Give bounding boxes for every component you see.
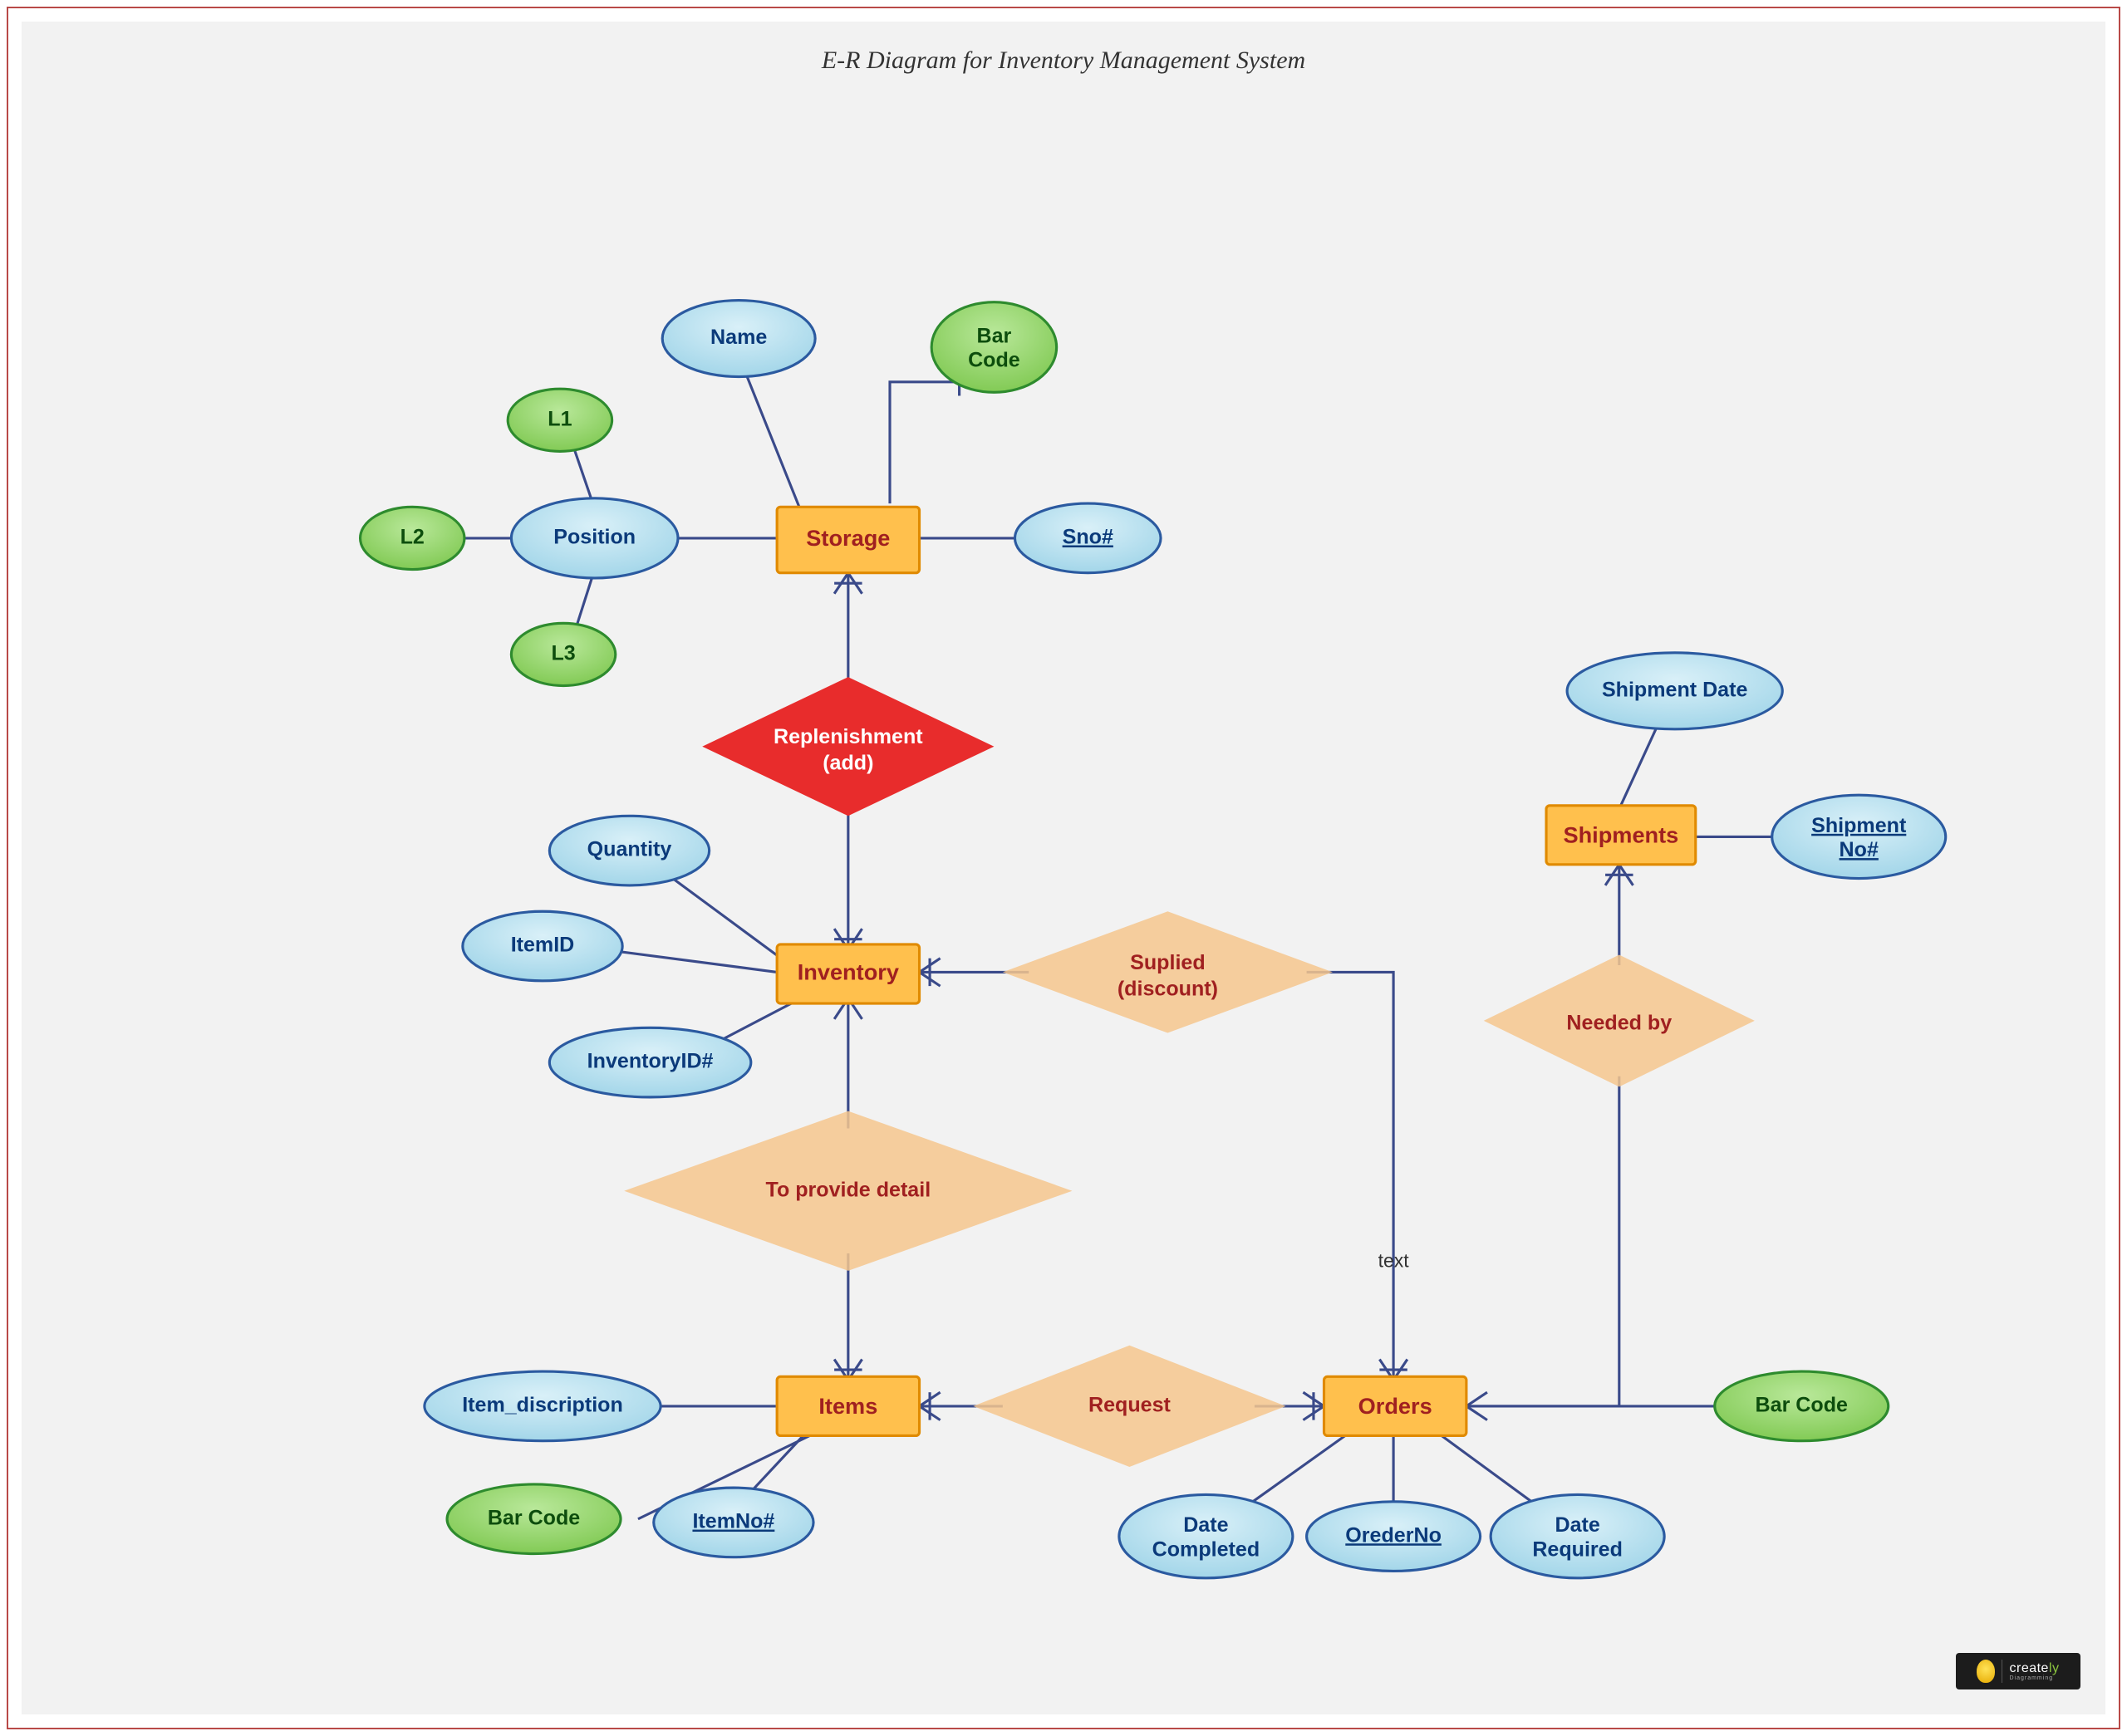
- attr-l1: L1: [508, 389, 612, 451]
- svg-text:Storage: Storage: [806, 525, 890, 551]
- attr-date-required: DateRequired: [1491, 1494, 1664, 1577]
- entity-storage: Storage: [777, 507, 919, 572]
- svg-text:Orders: Orders: [1358, 1393, 1432, 1419]
- attr-barcode-items: Bar Code: [447, 1484, 621, 1554]
- entity-shipments: Shipments: [1546, 806, 1696, 865]
- attr-inventoryid: InventoryID#: [549, 1027, 750, 1097]
- svg-text:To provide detail: To provide detail: [766, 1178, 931, 1201]
- rel-supplied: Suplied(discount): [1003, 911, 1333, 1032]
- attr-orderno: OrederNo: [1307, 1502, 1481, 1572]
- svg-text:Name: Name: [710, 326, 767, 349]
- attr-barcode-orders: Bar Code: [1715, 1371, 1889, 1441]
- attr-barcode-storage: BarCode: [931, 302, 1056, 393]
- svg-text:Shipments: Shipments: [1563, 822, 1678, 848]
- svg-text:OrederNo: OrederNo: [1345, 1523, 1442, 1547]
- svg-text:L1: L1: [548, 407, 572, 430]
- entity-items: Items: [777, 1376, 919, 1435]
- svg-text:Position: Position: [553, 526, 636, 549]
- svg-text:Bar Code: Bar Code: [1756, 1394, 1848, 1417]
- bulb-icon: [1977, 1660, 1995, 1683]
- svg-text:ItemNo#: ItemNo#: [692, 1510, 774, 1533]
- rel-provide: To provide detail: [624, 1111, 1072, 1271]
- attr-quantity: Quantity: [549, 816, 709, 885]
- svg-text:ItemID: ItemID: [511, 934, 575, 957]
- svg-text:Request: Request: [1088, 1394, 1172, 1417]
- logo-sub: Diagramming: [2009, 1675, 2059, 1681]
- svg-text:L3: L3: [551, 642, 575, 665]
- diagram-canvas: E-R Diagram for Inventory Management Sys…: [22, 22, 2105, 1714]
- attr-itemid: ItemID: [463, 911, 622, 981]
- svg-text:Items: Items: [818, 1393, 877, 1419]
- attr-itemno: ItemNo#: [654, 1488, 813, 1557]
- rel-needed: Needed by: [1484, 955, 1755, 1087]
- svg-text:Bar Code: Bar Code: [488, 1506, 580, 1529]
- attr-sno: Sno#: [1014, 503, 1161, 573]
- entity-inventory: Inventory: [777, 944, 919, 1003]
- svg-text:Shipment Date: Shipment Date: [1602, 678, 1748, 701]
- rel-replenishment: Replenishment(add): [702, 677, 994, 816]
- rel-request: Request: [973, 1346, 1285, 1467]
- svg-text:Item_discription: Item_discription: [462, 1394, 623, 1417]
- attr-shipment-date: Shipment Date: [1567, 653, 1782, 729]
- attr-name: Name: [662, 301, 815, 377]
- svg-text:Needed by: Needed by: [1566, 1012, 1672, 1035]
- er-diagram: Replenishment(add) Suplied(discount) To …: [22, 22, 2105, 1714]
- attr-shipment-no: ShipmentNo#: [1772, 795, 1946, 878]
- svg-text:Sno#: Sno#: [1063, 526, 1113, 549]
- logo-brand-2: ly: [2049, 1661, 2060, 1675]
- edge-label-text: text: [1378, 1250, 1410, 1272]
- outer-frame: E-R Diagram for Inventory Management Sys…: [7, 7, 2120, 1729]
- entity-orders: Orders: [1324, 1376, 1466, 1435]
- svg-text:Quantity: Quantity: [587, 838, 672, 861]
- attr-l2: L2: [361, 507, 464, 569]
- logo-brand-1: create: [2009, 1661, 2048, 1675]
- attr-date-completed: DateCompleted: [1119, 1494, 1293, 1577]
- svg-text:InventoryID#: InventoryID#: [587, 1050, 714, 1073]
- creately-logo: creately Diagramming: [1956, 1653, 2080, 1689]
- svg-text:L2: L2: [400, 526, 425, 549]
- svg-text:Inventory: Inventory: [798, 959, 899, 985]
- attr-position: Position: [511, 498, 678, 578]
- attr-l3: L3: [511, 623, 615, 685]
- attr-item-desc: Item_discription: [425, 1371, 661, 1441]
